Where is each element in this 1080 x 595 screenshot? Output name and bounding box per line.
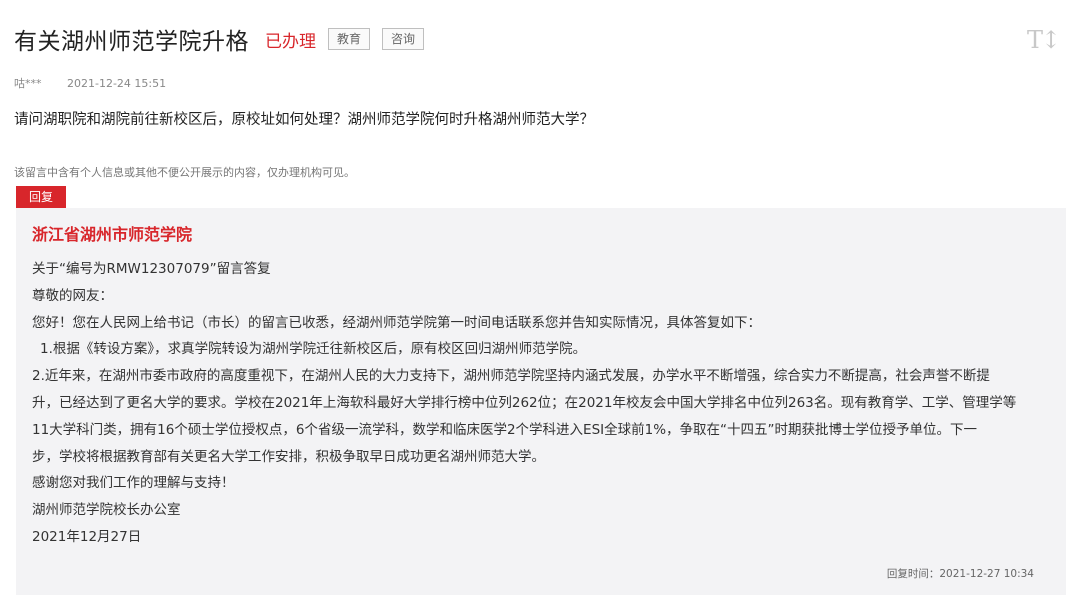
privacy-notice: 该留言中含有个人信息或其他不便公开展示的内容，仅办理机构可见。 — [14, 166, 355, 179]
reply-line: 升，已经达到了更名大学的要求。学校在2021年上海软科最好大学排行榜中位列262… — [32, 394, 1017, 411]
page-title: 有关湖州师范学院升格 — [14, 29, 249, 55]
reply-box: 浙江省湖州市师范学院 关于“编号为RMW12307079”留言答复 尊敬的网友：… — [16, 208, 1066, 595]
question-text: 请问湖职院和湖院前往新校区后，原校址如何处理？湖州师范学院何时升格湖州师范大学？ — [14, 112, 594, 128]
reply-line: 2.近年来，在湖州市委市政府的高度重视下，在湖州人民的大力支持下，湖州师范学院坚… — [32, 368, 990, 385]
reply-line: 步，学校将根据教育部有关更名大学工作安排，积极争取早日成功更名湖州师范大学。 — [32, 448, 545, 465]
reply-line: 尊敬的网友： — [32, 287, 113, 304]
reply-badge: 回复 — [16, 186, 66, 208]
reply-line: 2021年12月27日 — [32, 528, 142, 545]
reply-time: 回复时间：2021-12-27 10:34 — [886, 568, 1034, 580]
title-row: 有关湖州师范学院升格 已办理 教育 咨询 — [14, 22, 425, 56]
post-time: 2021-12-24 15:51 — [67, 77, 167, 90]
reply-line: 湖州师范学院校长办公室 — [32, 502, 181, 519]
status-label: 已办理 — [265, 31, 316, 52]
reply-line: 感谢您对我们工作的理解与支持！ — [32, 475, 235, 492]
author-name: 咕*** — [14, 77, 42, 90]
reply-line: 1.根据《转设方案》，求真学院转设为湖州学院迁往新校区后，原有校区回归湖州师范学… — [40, 341, 587, 358]
reply-line: 关于“编号为RMW12307079”留言答复 — [32, 261, 271, 277]
tag-consult[interactable]: 咨询 — [382, 28, 425, 50]
font-size-toggle-icon[interactable]: T↕ — [1027, 26, 1061, 54]
tag-education[interactable]: 教育 — [328, 28, 371, 50]
reply-line: 11大学科门类，拥有16个硕士学位授权点，6个省级一流学科，数学和临床医学2个学… — [32, 421, 978, 438]
reply-organization: 浙江省湖州市师范学院 — [32, 225, 193, 244]
reply-body: 关于“编号为RMW12307079”留言答复 尊敬的网友： 您好！您在人民网上给… — [32, 256, 1042, 551]
reply-line: 您好！您在人民网上给书记（市长）的留言已收悉，经湖州师范学院第一时间电话联系您并… — [32, 314, 761, 331]
post-meta: 咕*** 2021-12-24 15:51 — [14, 75, 166, 91]
